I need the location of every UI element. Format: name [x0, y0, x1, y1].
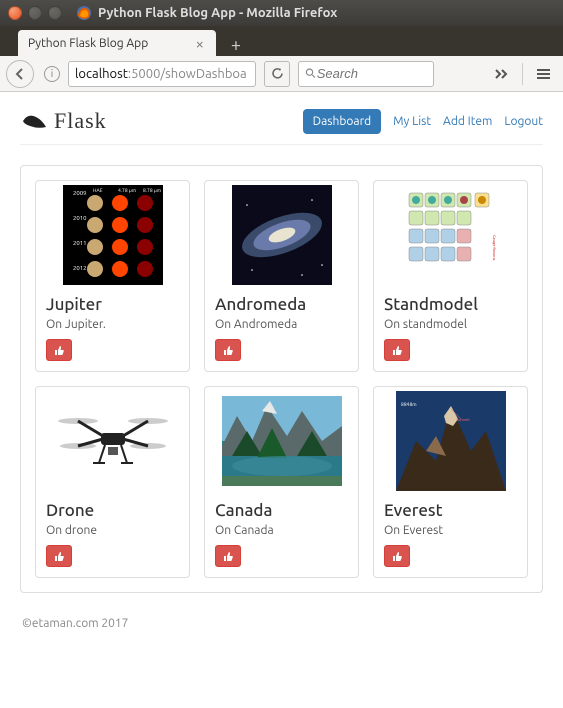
card-desc: On drone: [46, 524, 179, 537]
browser-toolbar: i localhost:5000/showDashboa: [0, 56, 563, 92]
thumb-drone: [40, 391, 185, 491]
reload-button[interactable]: [264, 61, 290, 87]
search-icon: [305, 67, 317, 80]
like-button[interactable]: [384, 339, 410, 361]
svg-text:Gauge Bosons: Gauge Bosons: [492, 235, 497, 261]
card-grid: 2009 2010 2011 2012 HAE 4.78 μm 8.78 μm Jupit…: [35, 180, 528, 578]
nav-additem[interactable]: Add Item: [443, 115, 492, 128]
window-close-button[interactable]: [8, 6, 22, 20]
nav-mylist[interactable]: My List: [393, 115, 431, 128]
thumb-canada: [209, 391, 354, 491]
app-nav: Dashboard My List Add Item Logout: [303, 109, 543, 134]
brand-text: Flask: [54, 108, 107, 134]
card-desc: On Canada: [215, 524, 348, 537]
window-titlebar: Python Flask Blog App - Mozilla Firefox: [0, 0, 563, 26]
firefox-icon: [76, 5, 92, 21]
tab-close-icon[interactable]: ×: [194, 35, 206, 52]
svg-text:8848m: 8848m: [401, 401, 417, 407]
app-header: Flask Dashboard My List Add Item Logout: [20, 104, 543, 145]
thumb-everest: 8848m Summit: [378, 391, 523, 491]
overflow-button[interactable]: [488, 60, 516, 88]
like-button[interactable]: [384, 545, 410, 567]
thumbs-up-icon: [391, 344, 403, 356]
svg-text:Summit: Summit: [456, 417, 470, 422]
svg-text:HAE: HAE: [93, 187, 103, 193]
card-title: Standmodel: [384, 295, 517, 314]
flask-logo: Flask: [20, 108, 107, 134]
card-title: Everest: [384, 501, 517, 520]
card-desc: On Everest: [384, 524, 517, 537]
like-button[interactable]: [46, 545, 72, 567]
svg-text:2009: 2009: [73, 190, 87, 197]
svg-text:2012: 2012: [73, 265, 87, 272]
thumbs-up-icon: [222, 344, 234, 356]
hamburger-menu-button[interactable]: [529, 60, 557, 88]
window-title: Python Flask Blog App - Mozilla Firefox: [98, 6, 337, 20]
reload-icon: [271, 67, 284, 80]
card-everest: 8848m Summit Everest On Everest: [373, 386, 528, 578]
window-maximize-button[interactable]: [48, 6, 62, 20]
card-title: Canada: [215, 501, 348, 520]
search-bar[interactable]: [298, 61, 434, 87]
svg-text:8.78 μm: 8.78 μm: [143, 187, 161, 193]
thumbs-up-icon: [391, 550, 403, 562]
thumb-jupiter: 2009 2010 2011 2012 HAE 4.78 μm 8.78 μm: [40, 185, 185, 285]
like-button[interactable]: [215, 339, 241, 361]
toolbar-separator: [522, 63, 523, 85]
page-footer: ©etaman.com 2017: [20, 611, 543, 636]
arrow-left-icon: [13, 67, 27, 81]
url-host: localhost: [75, 67, 128, 81]
card-jupiter: 2009 2010 2011 2012 HAE 4.78 μm 8.78 μm Jupit…: [35, 180, 190, 372]
window-minimize-button[interactable]: [28, 6, 42, 20]
browser-tab[interactable]: Python Flask Blog App ×: [18, 30, 216, 56]
thumb-andromeda: [209, 185, 354, 285]
back-button[interactable]: [6, 60, 34, 88]
card-title: Jupiter: [46, 295, 179, 314]
new-tab-button[interactable]: +: [224, 34, 248, 56]
thumbs-up-icon: [53, 344, 65, 356]
like-button[interactable]: [215, 545, 241, 567]
thumbs-up-icon: [222, 550, 234, 562]
card-standmodel: Gauge Bosons Standmodel On standmodel: [373, 180, 528, 372]
like-button[interactable]: [46, 339, 72, 361]
card-andromeda: Andromeda On Andromeda: [204, 180, 359, 372]
card-title: Andromeda: [215, 295, 348, 314]
hamburger-icon: [536, 68, 551, 80]
card-desc: On standmodel: [384, 318, 517, 331]
thumbs-up-icon: [53, 550, 65, 562]
page-content: Flask Dashboard My List Add Item Logout …: [0, 92, 563, 656]
dashboard-panel: 2009 2010 2011 2012 HAE 4.78 μm 8.78 μm Jupit…: [20, 165, 543, 593]
url-path: :5000/showDashboa: [128, 67, 247, 81]
chevron-double-right-icon: [494, 68, 510, 80]
nav-logout[interactable]: Logout: [504, 115, 543, 128]
tab-strip: Python Flask Blog App × +: [0, 26, 563, 56]
card-canada: Canada On Canada: [204, 386, 359, 578]
site-info-icon[interactable]: i: [44, 66, 60, 82]
flask-logo-icon: [20, 109, 50, 133]
svg-text:2011: 2011: [73, 240, 87, 247]
thumb-standmodel: Gauge Bosons: [378, 185, 523, 285]
svg-text:4.78 μm: 4.78 μm: [118, 187, 136, 193]
card-title: Drone: [46, 501, 179, 520]
card-desc: On Jupiter.: [46, 318, 179, 331]
card-drone: Drone On drone: [35, 386, 190, 578]
tab-title: Python Flask Blog App: [28, 37, 194, 50]
svg-text:2010: 2010: [73, 215, 87, 222]
search-input[interactable]: [317, 66, 427, 81]
nav-dashboard[interactable]: Dashboard: [303, 109, 381, 134]
card-desc: On Andromeda: [215, 318, 348, 331]
url-bar[interactable]: localhost:5000/showDashboa: [68, 61, 256, 87]
